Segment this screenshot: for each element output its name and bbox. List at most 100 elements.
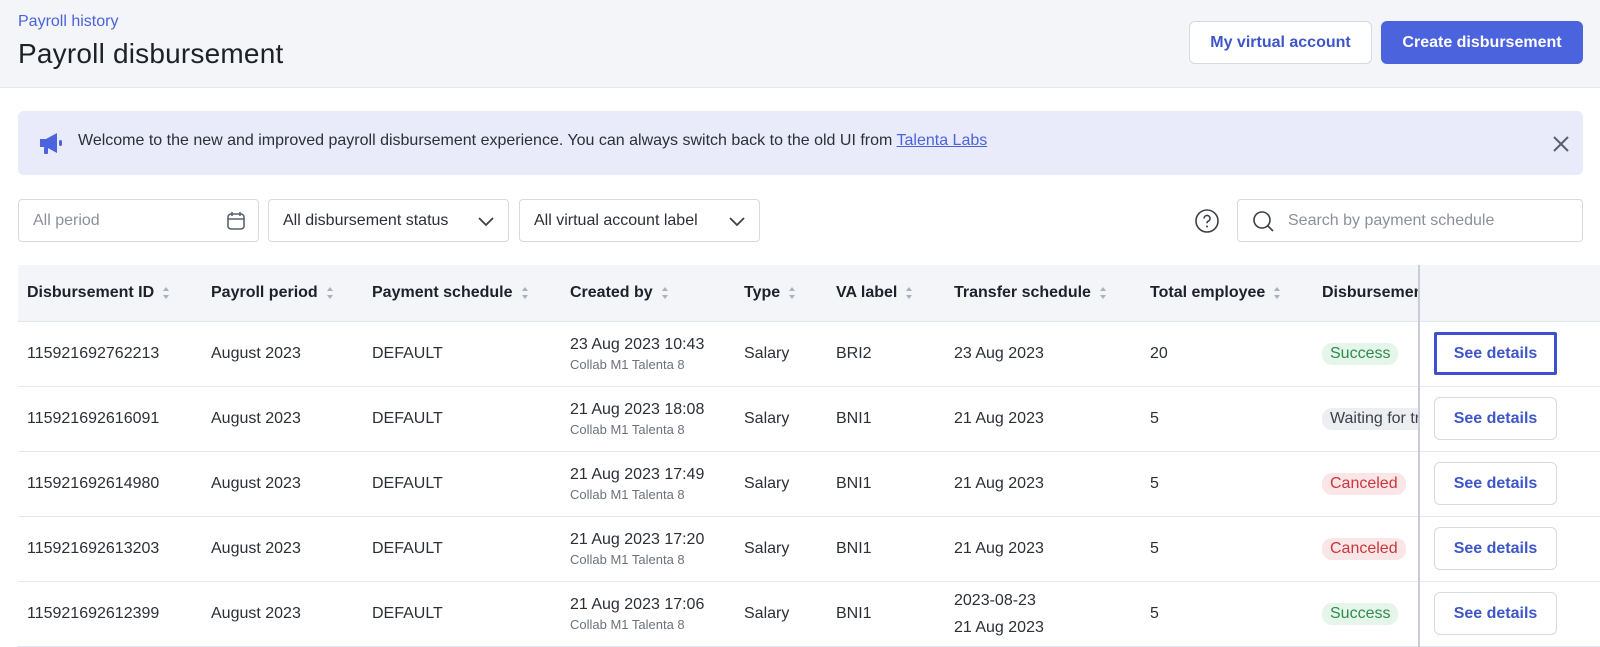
create-disbursement-button[interactable]: Create disbursement <box>1381 21 1583 64</box>
talenta-labs-link[interactable]: Talenta Labs <box>897 132 988 149</box>
cell-total-employee: 5 <box>1141 451 1313 517</box>
see-details-button[interactable]: See details <box>1434 397 1557 440</box>
table-row: 115921692613203 August 2023 DEFAULT 21 A… <box>18 516 1600 582</box>
cell-type: Salary <box>735 386 827 452</box>
cell-transfer-schedule: 23 Aug 2023 <box>945 321 1141 387</box>
transfer-schedule-date: 21 Aug 2023 <box>954 618 1044 636</box>
column-header[interactable]: Total employee <box>1141 265 1313 322</box>
column-header[interactable]: Payroll period <box>202 265 363 322</box>
cell-type: Salary <box>735 516 827 582</box>
created-at: 23 Aug 2023 10:43 <box>570 335 705 353</box>
column-header-label: Disbursement ID <box>27 283 155 301</box>
status-badge: Canceled <box>1322 537 1406 560</box>
table-row: 115921692614980 August 2023 DEFAULT 21 A… <box>18 451 1600 517</box>
column-header[interactable]: VA label <box>827 265 945 322</box>
status-filter-value: All disbursement status <box>283 211 449 229</box>
cell-va-label: BNI1 <box>827 451 945 517</box>
cell-payment-schedule: DEFAULT <box>363 516 561 582</box>
chevron-down-icon <box>727 211 747 231</box>
creator-name: Collab M1 Talenta 8 <box>570 486 685 502</box>
status-badge: Success <box>1322 602 1399 625</box>
megaphone-icon <box>37 130 65 156</box>
cell-created-by: 23 Aug 2023 10:43 Collab M1 Talenta 8 <box>561 321 735 387</box>
sort-icon <box>163 286 170 299</box>
my-virtual-account-button[interactable]: My virtual account <box>1189 21 1372 64</box>
column-header[interactable]: Type <box>735 265 827 322</box>
cell-total-employee: 20 <box>1141 321 1313 387</box>
cell-disbursement-id: 115921692762213 <box>18 321 202 387</box>
va-label-filter-value: All virtual account label <box>534 211 698 229</box>
help-icon[interactable] <box>1195 209 1219 233</box>
creator-name: Collab M1 Talenta 8 <box>570 616 685 632</box>
cell-va-label: BRI2 <box>827 321 945 387</box>
cell-status: Success <box>1313 581 1419 647</box>
column-header-label: Type <box>744 283 781 301</box>
cell-va-label: BNI1 <box>827 386 945 452</box>
see-details-button[interactable]: See details <box>1434 332 1557 375</box>
cell-payroll-period: August 2023 <box>202 451 363 517</box>
chevron-down-icon <box>476 211 496 231</box>
created-at: 21 Aug 2023 17:06 <box>570 595 705 613</box>
search-box <box>1237 199 1583 242</box>
cell-total-employee: 5 <box>1141 581 1313 647</box>
created-at: 21 Aug 2023 18:08 <box>570 400 705 418</box>
banner-text: Welcome to the new and improved payroll … <box>78 132 897 149</box>
cell-va-label: BNI1 <box>827 581 945 647</box>
cell-disbursement-id: 115921692612399 <box>18 581 202 647</box>
see-details-button[interactable]: See details <box>1434 527 1557 570</box>
cell-transfer-schedule: 21 Aug 2023 <box>945 516 1141 582</box>
creator-name: Collab M1 Talenta 8 <box>570 421 685 437</box>
table-header-row: Disbursement ID Payroll period Payment s… <box>18 265 1600 322</box>
column-header[interactable]: Disbursement ID <box>18 265 202 322</box>
breadcrumb-payroll-history[interactable]: Payroll history <box>18 13 118 31</box>
creator-name: Collab M1 Talenta 8 <box>570 356 685 372</box>
cell-created-by: 21 Aug 2023 17:20 Collab M1 Talenta 8 <box>561 516 735 582</box>
cell-transfer-schedule: 2023-08-23 21 Aug 2023 <box>945 581 1141 647</box>
column-header-label: VA label <box>836 283 898 301</box>
column-header[interactable]: Disbursement <box>1313 265 1419 322</box>
cell-total-employee: 5 <box>1141 516 1313 582</box>
see-details-button[interactable]: See details <box>1434 462 1557 505</box>
sort-icon <box>521 286 528 299</box>
created-at: 21 Aug 2023 17:49 <box>570 465 705 483</box>
column-header[interactable]: Created by <box>561 265 735 322</box>
cell-status: Waiting for tr <box>1313 386 1419 452</box>
cell-status: Canceled <box>1313 451 1419 517</box>
cell-transfer-schedule: 21 Aug 2023 <box>945 451 1141 517</box>
cell-created-by: 21 Aug 2023 17:49 Collab M1 Talenta 8 <box>561 451 735 517</box>
cell-total-employee: 5 <box>1141 386 1313 452</box>
column-header[interactable]: Transfer schedule <box>945 265 1141 322</box>
cell-va-label: BNI1 <box>827 516 945 582</box>
cell-payment-schedule: DEFAULT <box>363 451 561 517</box>
column-header-label: Total employee <box>1150 283 1266 301</box>
cell-payment-schedule: DEFAULT <box>363 386 561 452</box>
cell-payroll-period: August 2023 <box>202 516 363 582</box>
cell-action: See details <box>1418 321 1600 387</box>
cell-payment-schedule: DEFAULT <box>363 321 561 387</box>
banner-message: Welcome to the new and improved payroll … <box>78 132 987 150</box>
cell-payroll-period: August 2023 <box>202 581 363 647</box>
status-badge: Canceled <box>1322 472 1406 495</box>
cell-action: See details <box>1418 516 1600 582</box>
column-header[interactable]: Payment schedule <box>363 265 561 322</box>
status-filter[interactable]: All disbursement status <box>268 199 509 242</box>
see-details-button[interactable]: See details <box>1434 592 1557 635</box>
cell-status: Success <box>1313 321 1419 387</box>
va-label-filter[interactable]: All virtual account label <box>519 199 760 242</box>
cell-action: See details <box>1418 581 1600 647</box>
cell-type: Salary <box>735 451 827 517</box>
close-icon[interactable] <box>1550 133 1572 155</box>
cell-created-by: 21 Aug 2023 17:06 Collab M1 Talenta 8 <box>561 581 735 647</box>
cell-disbursement-id: 115921692614980 <box>18 451 202 517</box>
column-header-label: Disbursement <box>1322 283 1419 301</box>
sort-icon <box>789 286 796 299</box>
search-input[interactable] <box>1288 201 1573 240</box>
table-row: 115921692616091 August 2023 DEFAULT 21 A… <box>18 386 1600 452</box>
table-row: 115921692762213 August 2023 DEFAULT 23 A… <box>18 321 1600 387</box>
cell-status: Canceled <box>1313 516 1419 582</box>
cell-disbursement-id: 115921692613203 <box>18 516 202 582</box>
cell-type: Salary <box>735 321 827 387</box>
period-filter[interactable]: All period <box>18 199 259 242</box>
calendar-icon <box>226 211 246 231</box>
column-header-label: Transfer schedule <box>954 283 1091 301</box>
